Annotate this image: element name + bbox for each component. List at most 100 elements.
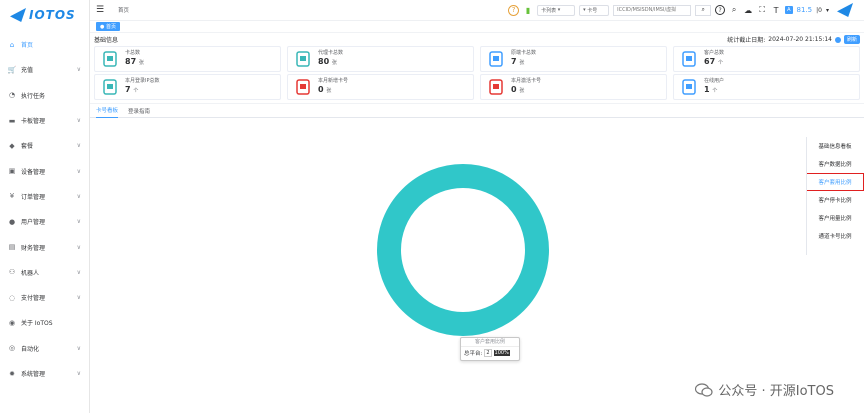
- sidebar-item-finance[interactable]: ▤ 财务管理 ∨: [0, 234, 89, 259]
- stat-value: 0: [511, 85, 517, 94]
- agent-card-icon: [294, 50, 312, 68]
- ip-icon: [101, 78, 119, 96]
- top-right-tools: ? ▮ 卡列表 ▾ ▾ 卡号 ⌕ ? ⌕ ☁ ⛶ T A 81.5 |0 ▾: [508, 3, 856, 17]
- field-select[interactable]: ▾ 卡号: [579, 4, 610, 16]
- stat-unit: 张: [138, 60, 144, 66]
- type-select[interactable]: 卡列表 ▾: [537, 4, 576, 16]
- search-icon[interactable]: ⌕: [729, 5, 739, 15]
- cart-icon: 🛒: [7, 65, 17, 74]
- donut-slice[interactable]: [377, 164, 549, 336]
- sidebar-item-label: 执行任务: [21, 92, 46, 100]
- robot-icon: ⚇: [8, 268, 16, 277]
- package-icon: ◆: [9, 141, 15, 150]
- stat-card: 客户总数 67 个: [673, 46, 860, 72]
- cloud-download-icon[interactable]: ☁: [743, 5, 753, 15]
- stat-unit: 张: [331, 60, 337, 66]
- side-menu-item[interactable]: 通道卡号比例: [806, 227, 864, 245]
- sidebar-item-cart[interactable]: 🛒 充值 ∨: [0, 57, 89, 82]
- side-menu-item[interactable]: 客户停卡比例: [806, 191, 864, 209]
- tab-login-guide[interactable]: 登录指南: [128, 104, 150, 118]
- dropdown-chevron-icon[interactable]: ▾: [826, 7, 829, 14]
- stat-cards: 卡总数 87 张代理卡总数 80 张原端卡总数 7 张客户总数 67 个本月登录IP总数…: [94, 46, 860, 100]
- stat-card: 本月激活卡号 0 张: [480, 74, 667, 100]
- chart-side-menu: 基础信息看板 客户数据比例 客户套用比例 客户停卡比例 客户用量比例 通道卡号比例: [806, 137, 864, 255]
- sidebar-item-package[interactable]: ◆ 套餐 ∨: [0, 133, 89, 158]
- user-avatar-icon[interactable]: [837, 3, 853, 17]
- building-icon: [680, 50, 698, 68]
- stat-value: 87: [125, 57, 137, 66]
- stat-unit: 个: [717, 60, 723, 66]
- side-menu-item[interactable]: 客户用量比例: [806, 209, 864, 227]
- chevron-down-icon: ∨: [76, 66, 81, 74]
- stat-unit: 个: [712, 88, 718, 94]
- help-icon[interactable]: ?: [508, 4, 520, 16]
- stat-card: 在线用户 1 个: [673, 74, 860, 100]
- sidebar-item-device[interactable]: ▣ 设备管理 ∨: [0, 158, 89, 183]
- tag-home[interactable]: ● 首页: [96, 22, 120, 31]
- breadcrumb[interactable]: 首页: [118, 6, 129, 14]
- wechat-icon: [695, 382, 713, 397]
- sidebar-item-task[interactable]: ◔ 执行任务: [0, 83, 89, 108]
- stat-card: 本月登录IP总数 7 个: [94, 74, 281, 100]
- sidebar-item-pay[interactable]: ◌ 支付管理 ∨: [0, 285, 89, 310]
- sidebar-item-yen[interactable]: ¥ 订单管理 ∨: [0, 184, 89, 209]
- donut-chart[interactable]: [373, 160, 553, 340]
- deadline-value: 2024-07-20 21:15:14: [768, 36, 832, 43]
- sidebar-item-label: 财务管理: [21, 244, 46, 252]
- logo[interactable]: IOTOS: [0, 0, 89, 30]
- fullscreen-icon[interactable]: ⛶: [757, 5, 767, 15]
- task-icon: ◔: [8, 91, 16, 100]
- chevron-down-icon: ∨: [76, 243, 81, 251]
- refresh-button[interactable]: 刷新: [843, 35, 860, 44]
- watermark: 公众号 · 开源IoTOS: [695, 380, 834, 399]
- sidebar-item-auto[interactable]: ◎ 自动化 ∨: [0, 336, 89, 361]
- sidebar-item-label: 关于 IoTOS: [21, 320, 53, 328]
- search-button[interactable]: ⌕: [695, 4, 712, 16]
- sidebar-item-card[interactable]: ▬ 卡板管理 ∨: [0, 108, 89, 133]
- info-icon[interactable]: [834, 36, 841, 43]
- font-size-icon[interactable]: T: [771, 5, 781, 15]
- new-card-icon: [294, 78, 312, 96]
- tooltip-row: 总平台: 2 100%: [461, 347, 519, 359]
- side-menu-item[interactable]: 基础信息看板: [806, 137, 864, 155]
- stat-label: 在线用户: [704, 78, 725, 84]
- logo-icon: [10, 8, 26, 22]
- chevron-down-icon: ∨: [76, 268, 81, 276]
- question-icon[interactable]: ?: [715, 5, 726, 15]
- sidebar-item-user[interactable]: ● 用户管理 ∨: [0, 209, 89, 234]
- font-badge[interactable]: A: [785, 6, 793, 14]
- stat-label: 本月激活卡号: [511, 78, 542, 84]
- menu-toggle-icon[interactable]: ☰: [96, 5, 108, 15]
- top-bar: ☰ 首页 ? ▮ 卡列表 ▾ ▾ 卡号 ⌕ ? ⌕ ☁ ⛶ T A 81.5 |…: [90, 0, 864, 20]
- logo-text: IOTOS: [29, 8, 76, 22]
- sidebar-item-label: 用户管理: [21, 219, 46, 227]
- deadline-label: 统计截止日期:: [727, 37, 766, 44]
- stat-value: 7: [125, 85, 131, 94]
- tab-card-board[interactable]: 卡号看板: [96, 104, 119, 118]
- stat-label: 原端卡总数: [511, 50, 537, 56]
- stat-card: 卡总数 87 张: [94, 46, 281, 72]
- stat-unit: 张: [519, 60, 525, 66]
- chevron-down-icon: ∨: [76, 218, 81, 226]
- balance-separator: |0: [816, 6, 822, 14]
- stat-card: 本月新增卡号 0 张: [287, 74, 474, 100]
- sidebar-item-home[interactable]: ⌂ 首页: [0, 32, 89, 57]
- stat-unit: 个: [133, 88, 139, 94]
- stat-value: 67: [704, 57, 716, 66]
- side-menu-item[interactable]: 客户数据比例: [806, 155, 864, 173]
- tooltip-label: 总平台:: [464, 351, 483, 357]
- sidebar-item-about[interactable]: ◉ 关于 IoTOS: [0, 310, 89, 335]
- sidebar-item-label: 订单管理: [21, 193, 46, 201]
- tab-bar: 卡号看板 登录指南: [90, 104, 864, 118]
- lock-icon[interactable]: ▮: [523, 5, 533, 15]
- sidebar-item-settings[interactable]: ✹ 系统管理 ∨: [0, 361, 89, 386]
- sidebar-item-robot[interactable]: ⚇ 机器人 ∨: [0, 260, 89, 285]
- stat-value: 80: [318, 57, 330, 66]
- tooltip-percent: 100%: [493, 350, 510, 356]
- about-icon: ◉: [8, 318, 16, 327]
- chevron-down-icon: ∨: [76, 167, 81, 175]
- chevron-down-icon: ∨: [76, 370, 81, 377]
- side-menu-item[interactable]: 客户套用比例: [806, 173, 864, 191]
- search-input[interactable]: [613, 4, 692, 16]
- stat-unit: 张: [519, 88, 525, 94]
